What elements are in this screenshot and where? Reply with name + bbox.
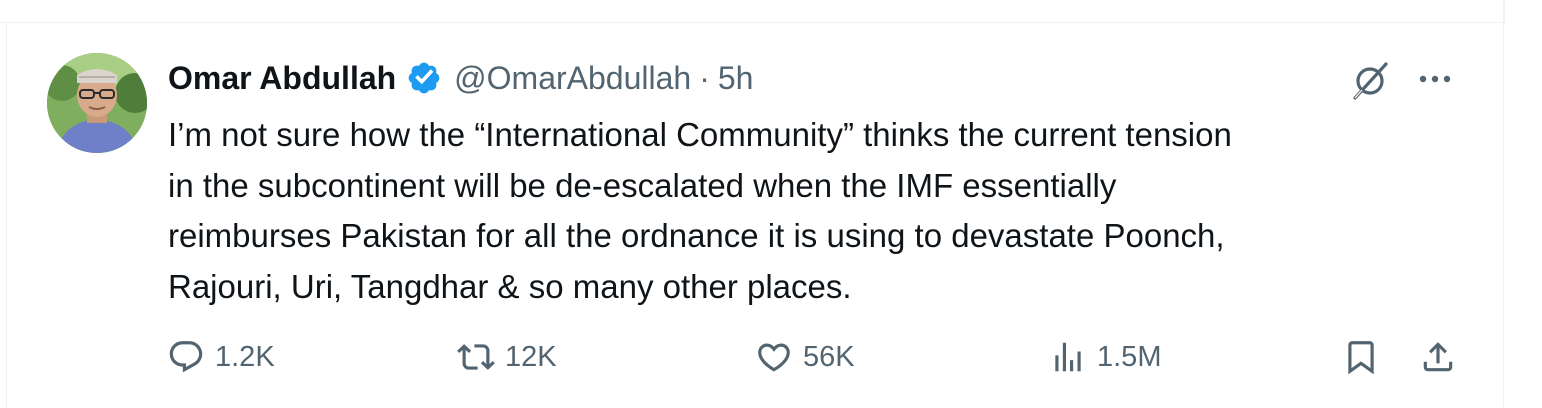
repost-button[interactable]: 12K <box>457 335 557 379</box>
tweet-header: Omar Abdullah @OmarAbdullah · 5h <box>168 57 753 99</box>
like-button[interactable]: 56K <box>755 335 855 379</box>
like-icon <box>758 343 790 372</box>
reply-icon <box>169 341 203 373</box>
views-button[interactable]: 1.5M <box>1049 335 1161 379</box>
tweet-text-line: reimburses Pakistan for all the ordnance… <box>168 217 1225 254</box>
tweet-text-line: I’m not sure how the “International Comm… <box>168 116 1232 153</box>
views-icon <box>1055 342 1081 372</box>
reply-button[interactable]: 1.2K <box>167 335 275 379</box>
grok-icon[interactable] <box>1349 60 1391 102</box>
timeline-right-border <box>1503 0 1504 408</box>
bookmark-icon <box>1348 341 1374 375</box>
reply-count: 1.2K <box>215 340 275 373</box>
like-count: 56K <box>803 340 855 373</box>
author-handle[interactable]: @OmarAbdullah <box>454 60 691 97</box>
separator-dot: · <box>699 59 710 96</box>
views-count: 1.5M <box>1097 340 1162 373</box>
tweet-text: I’m not sure how the “International Comm… <box>168 110 1478 312</box>
bookmark-button[interactable] <box>1342 335 1380 379</box>
more-icon[interactable] <box>1415 67 1455 91</box>
author-name[interactable]: Omar Abdullah <box>168 60 396 97</box>
tweet[interactable]: Omar Abdullah @OmarAbdullah · 5h I’m not… <box>7 23 1503 408</box>
action-bar: 1.2K 12K 56K 1.5M <box>7 335 1503 379</box>
share-button[interactable] <box>1419 335 1457 379</box>
share-icon <box>1423 342 1453 372</box>
avatar[interactable] <box>47 53 147 153</box>
previous-post-divider <box>0 0 1505 23</box>
avatar-photo <box>47 53 147 153</box>
repost-count: 12K <box>505 340 557 373</box>
tweet-text-line: in the subcontinent will be de-escalated… <box>168 166 1117 204</box>
tweet-text-line: Rajouri, Uri, Tangdhar & so many other p… <box>168 267 852 305</box>
repost-icon <box>457 344 495 370</box>
verified-badge-icon[interactable] <box>406 60 442 96</box>
timestamp[interactable]: 5h <box>718 60 754 97</box>
